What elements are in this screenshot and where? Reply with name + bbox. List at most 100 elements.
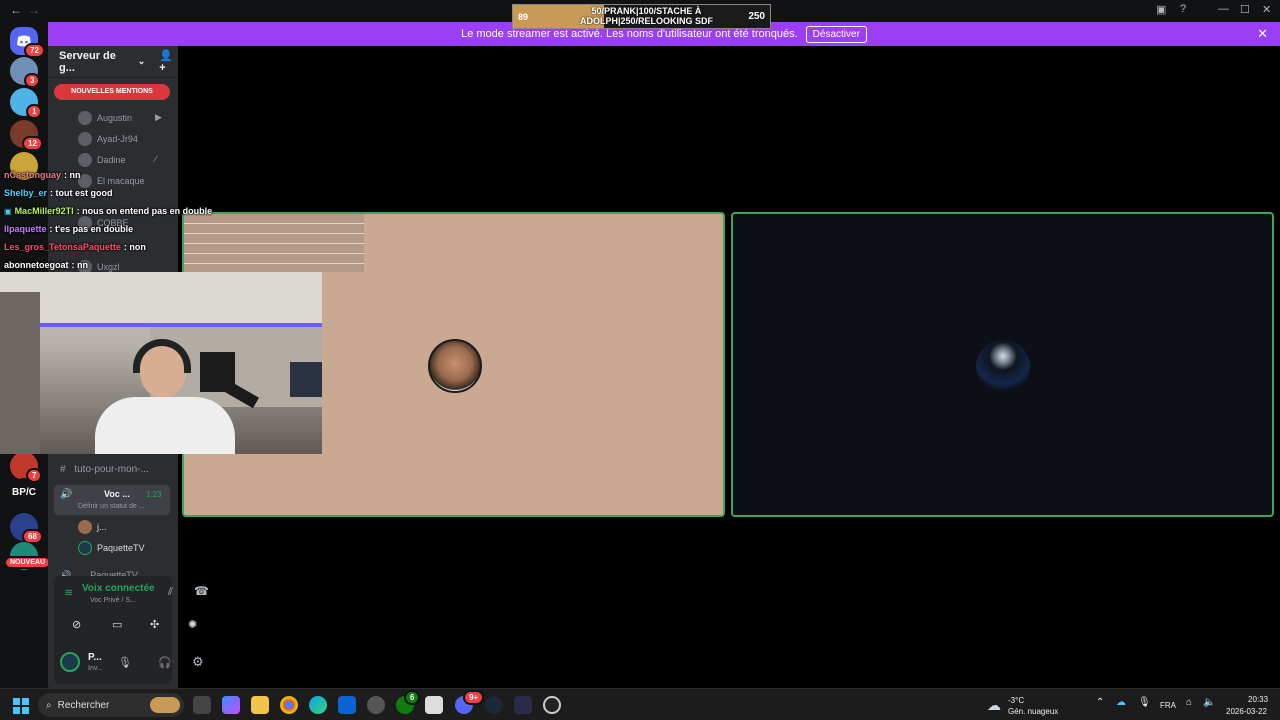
activities-icon[interactable]: ✣	[150, 618, 159, 631]
headphones-icon[interactable]: 🎧	[158, 656, 172, 669]
store-icon[interactable]	[425, 696, 443, 714]
chat-text: : nn	[71, 260, 89, 270]
xbox-badge: 6	[404, 690, 421, 705]
gear-icon[interactable]: ⚙	[192, 654, 204, 670]
weather-temp[interactable]: -3°C	[1008, 695, 1024, 706]
muted-mic-icon: ⁄	[155, 154, 157, 164]
screen: ← → ▣ ? — ☐ ✕ 89 50/PRANK|100/STACHE À A…	[0, 0, 1280, 720]
windows-start-icon[interactable]	[13, 698, 29, 714]
soundboard-icon[interactable]: ✺	[188, 618, 197, 631]
chat-user: nCastonguay	[4, 170, 62, 180]
avatar	[78, 153, 92, 167]
minimize-icon[interactable]: —	[1218, 3, 1229, 15]
participant-avatar[interactable]	[428, 339, 482, 393]
chat-message: abonnetoegoat: nn	[0, 256, 240, 274]
video-tile-user-2[interactable]	[731, 212, 1274, 517]
taskbar-search[interactable]: ⌕ Rechercher	[38, 693, 184, 717]
server-badge: 12	[22, 136, 43, 151]
goal-target: 250	[748, 11, 765, 22]
network-icon[interactable]: ⌂	[1186, 697, 1192, 708]
user-name: P...	[88, 652, 102, 663]
file-explorer-icon[interactable]	[251, 696, 269, 714]
volume-icon[interactable]: 🔈	[1203, 697, 1215, 708]
badge-icon: ▣	[4, 206, 12, 216]
add-user-icon[interactable]: 👤+	[159, 49, 178, 74]
close-banner-icon[interactable]: ✕	[1257, 26, 1268, 42]
xbox-icon[interactable]: 6	[396, 690, 421, 714]
server-icon-6[interactable]: 7	[10, 452, 43, 483]
voice-user[interactable]: Augustin	[78, 109, 132, 127]
close-window-icon[interactable]: ✕	[1262, 3, 1271, 16]
server-icon-8[interactable]: 68	[10, 513, 43, 544]
chat-message: llpaquette: t'es pas en double	[0, 220, 240, 238]
inbox-icon[interactable]: ▣	[1156, 3, 1166, 16]
voice-connected-sub[interactable]: Voc Privé / S...	[90, 597, 136, 604]
clock-date[interactable]: 2026-03-22	[1226, 706, 1267, 717]
cloud-sync-icon[interactable]: ☁	[1116, 697, 1126, 708]
new-mentions-pill[interactable]: NOUVELLES MENTIONS	[54, 84, 170, 100]
task-view-icon[interactable]	[193, 696, 211, 714]
server-icon-2[interactable]: 3	[10, 57, 41, 88]
weather-desc[interactable]: Gén. nuageux	[1008, 706, 1058, 717]
settings-app-icon[interactable]	[367, 696, 385, 714]
server-icon-4[interactable]: 12	[10, 120, 43, 151]
hash-icon: #	[60, 464, 66, 475]
maximize-icon[interactable]: ☐	[1240, 3, 1250, 16]
avatar[interactable]	[60, 652, 80, 672]
voice-status[interactable]: Définir un statut de ...	[78, 503, 145, 510]
webcam-monitor	[290, 362, 322, 397]
server-icon-9[interactable]: NOUVEAU	[4, 542, 52, 570]
discord-taskbar-icon[interactable]: 9+	[455, 690, 485, 714]
obs-icon[interactable]	[543, 696, 561, 714]
language-indicator[interactable]: FRA	[1160, 700, 1176, 711]
banner-text: Le mode streamer est activé. Les noms d'…	[461, 28, 798, 40]
noise-suppression-icon[interactable]: ⫽	[168, 586, 173, 599]
back-arrow-icon[interactable]: ←	[10, 3, 22, 17]
camera-off-icon[interactable]: ⊘	[72, 618, 81, 631]
steam-icon[interactable]	[485, 696, 503, 714]
clock-time[interactable]: 20:33	[1248, 694, 1268, 705]
webcam-person	[85, 339, 235, 454]
home-button[interactable]: 72	[10, 27, 45, 58]
voice-user-name: Augustin	[97, 113, 133, 123]
chevron-up-icon[interactable]: ⌃	[1096, 697, 1104, 708]
participant-avatar[interactable]	[976, 340, 1030, 394]
voice-member-name: PaquetteTV	[97, 543, 145, 553]
voice-connected-title[interactable]: Voix connectée	[82, 583, 155, 594]
chat-message: nCastonguay: nn	[0, 166, 240, 184]
microphone-icon[interactable]: 🎙	[118, 656, 132, 669]
webcam-person-body	[95, 397, 235, 454]
voice-member[interactable]: PaquetteTV	[78, 539, 145, 557]
outlook-icon[interactable]	[338, 696, 356, 714]
help-icon[interactable]: ?	[1180, 3, 1186, 15]
microphone-icon[interactable]: 🎙	[1138, 697, 1151, 708]
server-header[interactable]: Serveur de g... ⌄ 👤+	[48, 46, 178, 78]
goal-line-1: 50/PRANK|100/STACHE À	[591, 6, 702, 16]
chevron-down-icon: ⌄	[137, 56, 146, 66]
search-highlight-image	[150, 697, 180, 713]
voice-channel-active[interactable]: 🔊 Voc ... 1:23 Définir un statut de ...	[54, 485, 170, 515]
screen-share-icon[interactable]: ▭	[112, 618, 122, 631]
server-icon-3[interactable]: 1	[10, 88, 43, 119]
disconnect-icon[interactable]: ☎	[194, 584, 209, 598]
chat-message: Shelby_er: tout est good	[0, 184, 240, 202]
voice-member-name: j...	[97, 522, 107, 532]
server-icon-bpc[interactable]: BP/C	[10, 478, 38, 506]
edge-icon[interactable]	[309, 696, 327, 714]
voice-user[interactable]: Ayad-Jr94	[78, 130, 138, 148]
forward-arrow-icon[interactable]: →	[28, 3, 40, 17]
davinci-icon[interactable]	[514, 696, 532, 714]
voice-member[interactable]: j...	[78, 518, 107, 536]
chat-user: llpaquette	[4, 224, 47, 234]
disable-streamer-button[interactable]: Désactiver	[805, 25, 867, 43]
copilot-icon[interactable]	[222, 696, 240, 714]
avatar	[78, 541, 92, 555]
goal-text: 50/PRANK|100/STACHE À ADOLPH|250/RELOOKI…	[558, 6, 735, 26]
chat-user: Les_gros_TetonsaPaquette	[4, 242, 121, 252]
goal-line-2: ADOLPH|250/RELOOKING SDF	[579, 16, 714, 26]
chat-text: : nous on entend pas en double	[76, 206, 213, 216]
voice-user-name: Ayad-Jr94	[97, 134, 138, 144]
chrome-icon[interactable]	[280, 696, 298, 714]
speaker-icon: 🔊	[60, 489, 73, 500]
text-channel[interactable]: # tuto-pour-mon-...	[60, 464, 149, 475]
